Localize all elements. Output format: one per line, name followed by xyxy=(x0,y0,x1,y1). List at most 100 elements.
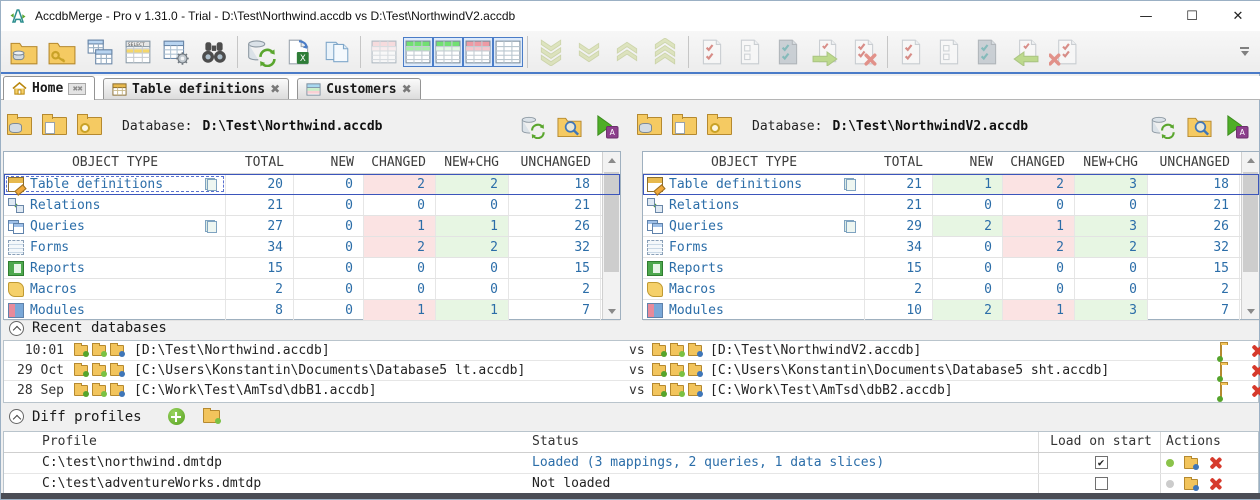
cancel-checks2-button[interactable] xyxy=(1044,33,1082,71)
apply-left-button[interactable] xyxy=(1006,33,1044,71)
object-row-forms[interactable]: Forms 34 0 2 2 32 xyxy=(4,237,620,258)
browse-right-icon[interactable] xyxy=(688,385,702,396)
object-row-modules[interactable]: Modules 8 0 1 1 7 xyxy=(4,300,620,321)
filter-changed-button[interactable] xyxy=(433,37,463,67)
object-row-queries[interactable]: Queries 27 0 1 1 26 xyxy=(4,216,620,237)
browse-left-icon[interactable] xyxy=(110,385,124,396)
browse-database-icon[interactable] xyxy=(557,114,582,138)
recent-row[interactable]: 29 Oct [C:\Users\Konstantin\Documents\Da… xyxy=(4,361,1258,381)
load-on-start-checkbox[interactable] xyxy=(1095,477,1108,490)
object-row-modules[interactable]: Modules 10 2 1 3 7 xyxy=(643,300,1259,321)
object-row-macros[interactable]: Macros 2 0 0 0 2 xyxy=(4,279,620,300)
open-with-password-button[interactable] xyxy=(43,33,81,71)
object-row-forms[interactable]: Forms 34 0 2 2 32 xyxy=(643,237,1259,258)
reopen-pair-icon[interactable] xyxy=(74,385,88,396)
swap-sides-icon[interactable] xyxy=(1220,384,1222,401)
swap-sides-icon[interactable] xyxy=(1220,344,1222,361)
profile-row[interactable]: C:\test\adventureWorks.dmtdp Not loaded xyxy=(4,474,1258,495)
browse-right-icon[interactable] xyxy=(688,365,702,376)
filter-new-button[interactable] xyxy=(403,37,433,67)
open-database-icon[interactable] xyxy=(637,117,662,135)
object-row-reports[interactable]: Reports 15 0 0 0 15 xyxy=(643,258,1259,279)
open-in-access-icon[interactable]: A xyxy=(594,114,619,139)
scroll-up-icon[interactable] xyxy=(603,152,620,168)
browse-left-icon[interactable] xyxy=(110,365,124,376)
collapse-section-icon[interactable] xyxy=(9,409,24,424)
check-items-button[interactable] xyxy=(693,33,731,71)
browse-left-icon[interactable] xyxy=(110,345,124,356)
open-database-icon[interactable] xyxy=(7,117,32,135)
cancel-checks-button[interactable] xyxy=(845,33,883,71)
open-right-icon[interactable] xyxy=(670,385,684,396)
object-row-queries[interactable]: Queries 29 2 1 3 26 xyxy=(643,216,1259,237)
open-right-icon[interactable] xyxy=(670,345,684,356)
scroll-down-icon[interactable] xyxy=(1242,303,1259,319)
move-down-button[interactable] xyxy=(570,33,608,71)
check-dark-button[interactable] xyxy=(769,33,807,71)
move-up-button[interactable] xyxy=(608,33,646,71)
reopen-pair-icon[interactable] xyxy=(652,345,666,356)
close-button[interactable]: ✕ xyxy=(1215,1,1260,31)
copy-document-button[interactable] xyxy=(318,33,356,71)
object-row-table-definitions[interactable]: Table definitions 21 1 2 3 18 xyxy=(643,174,1259,195)
tab-home[interactable]: Home ✖✖ xyxy=(3,76,95,100)
copy-objects-icon[interactable] xyxy=(205,220,217,233)
filter-deleted-button[interactable] xyxy=(463,37,493,67)
sql-select-button[interactable]: SELECT xyxy=(119,33,157,71)
close-tab-icon[interactable]: ✖ xyxy=(270,82,280,96)
table-options-button[interactable] xyxy=(157,33,195,71)
close-all-tabs-icon[interactable]: ✖✖ xyxy=(68,83,86,95)
recent-row[interactable]: 28 Sep [C:\Work\Test\AmTsd\dbB1.accdb] v… xyxy=(4,381,1258,401)
object-row-macros[interactable]: Macros 2 0 0 0 2 xyxy=(643,279,1259,300)
profile-row[interactable]: C:\test\northwind.dmtdp Loaded (3 mappin… xyxy=(4,453,1258,474)
reopen-pair-icon[interactable] xyxy=(652,365,666,376)
object-row-relations[interactable]: Relations 21 0 0 0 21 xyxy=(4,195,620,216)
browse-right-icon[interactable] xyxy=(688,345,702,356)
tab-customers[interactable]: Customers ✖ xyxy=(297,78,421,99)
recent-row[interactable]: 10:01 [D:\Test\Northwind.accdb] vs [D:\T… xyxy=(4,341,1258,361)
filter-unchanged-button[interactable] xyxy=(493,37,523,67)
refresh-databases-button[interactable] xyxy=(242,33,280,71)
check-dark2-button[interactable] xyxy=(968,33,1006,71)
copy-objects-button[interactable] xyxy=(81,33,119,71)
open-file-icon[interactable] xyxy=(672,117,697,135)
refresh-database-icon[interactable] xyxy=(520,114,545,139)
find-button[interactable] xyxy=(195,33,233,71)
reopen-pair-icon[interactable] xyxy=(74,345,88,356)
move-up-all-button[interactable] xyxy=(646,33,684,71)
move-down-all-button[interactable] xyxy=(532,33,570,71)
browse-database-icon[interactable] xyxy=(1187,114,1212,138)
apply-right-button[interactable] xyxy=(807,33,845,71)
load-on-start-checkbox[interactable]: ✔ xyxy=(1095,456,1108,469)
collapse-section-icon[interactable] xyxy=(9,321,24,336)
remove-profile-icon[interactable] xyxy=(1208,477,1222,491)
object-row-table-definitions[interactable]: Table definitions 20 0 2 2 18 xyxy=(4,174,620,195)
open-left-icon[interactable] xyxy=(92,385,106,396)
tab-table-definitions[interactable]: Table definitions ✖ xyxy=(103,78,289,99)
refresh-database-icon[interactable] xyxy=(1150,114,1175,139)
remove-profile-icon[interactable] xyxy=(1208,456,1222,470)
open-left-icon[interactable] xyxy=(92,345,106,356)
uncheck-items-button[interactable] xyxy=(731,33,769,71)
scroll-up-icon[interactable] xyxy=(1242,152,1259,168)
toolbar-overflow-button[interactable] xyxy=(1240,47,1249,56)
copy-objects-icon[interactable] xyxy=(844,220,856,233)
add-profile-icon[interactable] xyxy=(168,408,185,425)
open-with-password-icon[interactable] xyxy=(707,117,732,135)
open-in-access-icon[interactable]: A xyxy=(1224,114,1249,139)
copy-objects-icon[interactable] xyxy=(844,178,856,191)
open-file-icon[interactable] xyxy=(42,117,67,135)
export-excel-button[interactable]: X xyxy=(280,33,318,71)
close-tab-icon[interactable]: ✖ xyxy=(402,82,412,96)
object-row-relations[interactable]: Relations 21 0 0 0 21 xyxy=(643,195,1259,216)
copy-objects-icon[interactable] xyxy=(205,178,217,191)
open-profile-icon[interactable] xyxy=(203,410,220,423)
browse-profile-icon[interactable] xyxy=(1184,458,1198,469)
reopen-pair-icon[interactable] xyxy=(652,385,666,396)
minimize-button[interactable]: — xyxy=(1123,1,1169,31)
open-left-icon[interactable] xyxy=(92,365,106,376)
maximize-button[interactable]: ☐ xyxy=(1169,1,1215,31)
browse-profile-icon[interactable] xyxy=(1184,479,1198,490)
filter-all-faded-button[interactable] xyxy=(365,33,403,71)
reopen-pair-icon[interactable] xyxy=(74,365,88,376)
